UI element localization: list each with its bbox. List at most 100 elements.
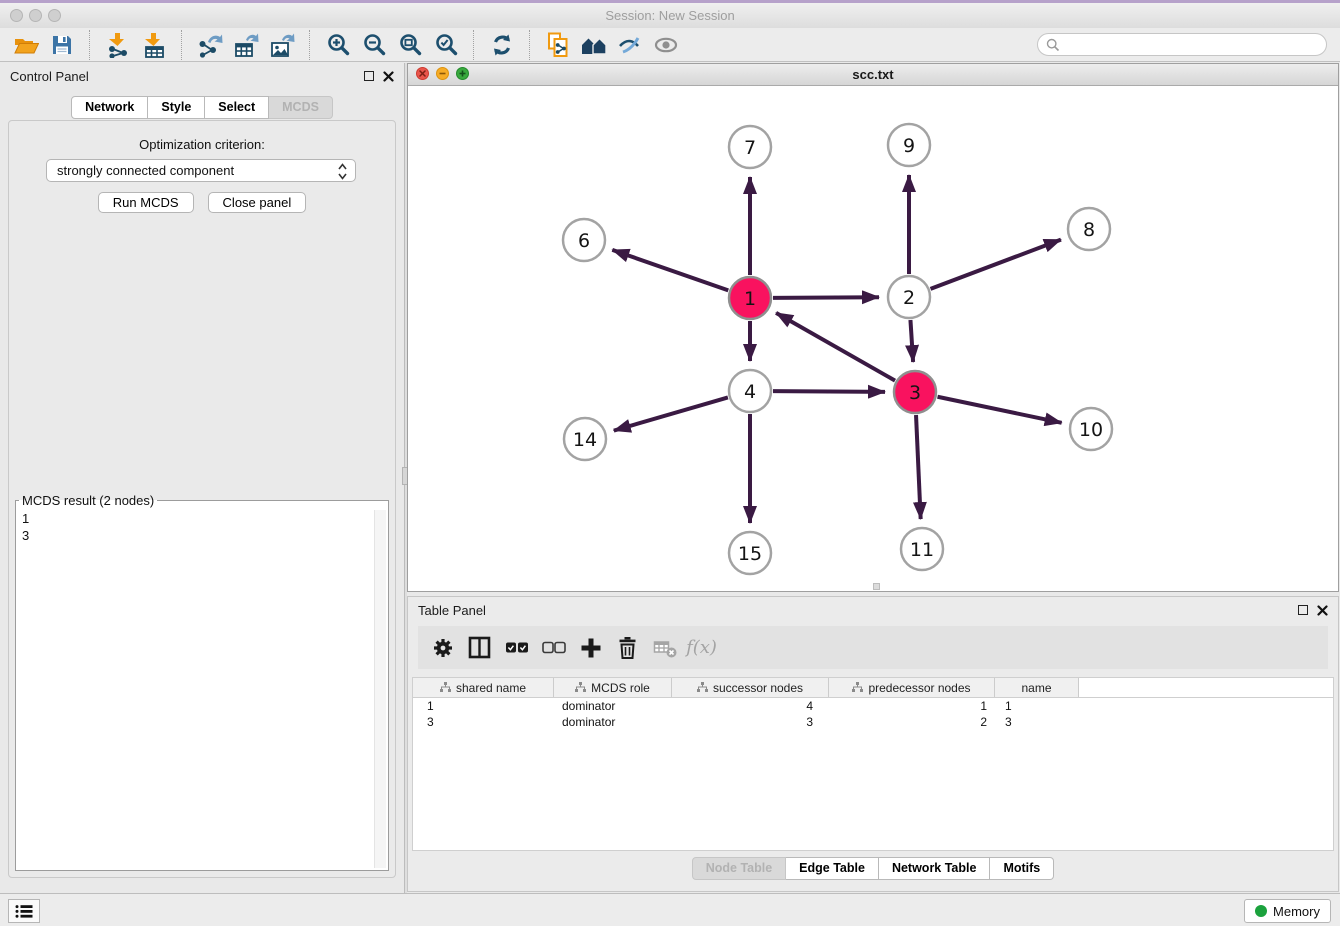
- column-header-name[interactable]: name: [995, 678, 1079, 697]
- cell-predecessor-nodes[interactable]: 1: [829, 699, 995, 713]
- graph-edge-4-3[interactable]: [773, 391, 885, 392]
- ndex-houses-icon[interactable]: [576, 30, 612, 60]
- column-header-mcds-role[interactable]: MCDS role: [554, 678, 672, 697]
- mcds-result-title: MCDS result (2 nodes): [19, 493, 157, 508]
- export-network-icon[interactable]: [192, 30, 228, 60]
- tab-edge-table[interactable]: Edge Table: [786, 857, 879, 880]
- search-input[interactable]: [1060, 37, 1326, 53]
- table-row[interactable]: 3 dominator 3 2 3: [413, 714, 1333, 730]
- app-titlebar: Session: New Session: [0, 3, 1340, 28]
- cell-successor-nodes[interactable]: 3: [672, 715, 829, 729]
- task-history-button[interactable]: [8, 899, 40, 923]
- tab-network-table[interactable]: Network Table: [879, 857, 991, 880]
- search-icon: [1046, 38, 1060, 52]
- status-bar: Memory: [0, 893, 1340, 926]
- control-panel-float-button[interactable]: [364, 71, 374, 81]
- tab-motifs[interactable]: Motifs: [990, 857, 1054, 880]
- table-toolbar: f(x): [418, 626, 1328, 669]
- result-scrollbar[interactable]: [374, 510, 386, 868]
- network-window-titlebar[interactable]: scc.txt: [408, 64, 1338, 86]
- graph-edge-1-2[interactable]: [773, 297, 879, 298]
- add-column-icon[interactable]: [572, 630, 609, 666]
- graph-edge-2-8[interactable]: [931, 240, 1061, 289]
- mcds-result-text[interactable]: 1 3: [18, 508, 373, 868]
- search-box[interactable]: [1037, 33, 1327, 56]
- zoom-selected-icon[interactable]: [428, 30, 464, 60]
- cell-predecessor-nodes[interactable]: 2: [829, 715, 995, 729]
- graph-node-10[interactable]: 10: [1070, 408, 1112, 450]
- clone-network-icon[interactable]: [540, 30, 576, 60]
- graph-node-2[interactable]: 2: [888, 276, 930, 318]
- optimization-criterion-label: Optimization criterion:: [9, 137, 395, 152]
- graph-edge-2-3[interactable]: [910, 320, 913, 362]
- graph-node-8[interactable]: 8: [1068, 208, 1110, 250]
- settings-gear-icon[interactable]: [424, 630, 461, 666]
- cell-name[interactable]: 1: [995, 699, 1079, 713]
- save-session-icon[interactable]: [44, 30, 80, 60]
- graph-node-4[interactable]: 4: [729, 370, 771, 412]
- network-close-button[interactable]: [416, 67, 429, 80]
- cell-mcds-role[interactable]: dominator: [554, 715, 672, 729]
- graph-node-label: 8: [1083, 219, 1095, 241]
- graph-node-14[interactable]: 14: [564, 418, 606, 460]
- column-header-successor-nodes[interactable]: successor nodes: [672, 678, 829, 697]
- cell-successor-nodes[interactable]: 4: [672, 699, 829, 713]
- delete-column-icon[interactable]: [609, 630, 646, 666]
- graph-edge-3-1[interactable]: [776, 313, 895, 381]
- tab-node-table[interactable]: Node Table: [692, 857, 786, 880]
- tab-mcds[interactable]: MCDS: [269, 96, 333, 119]
- tab-style[interactable]: Style: [148, 96, 205, 119]
- tab-network[interactable]: Network: [71, 96, 148, 119]
- table-panel-close-icon[interactable]: [1317, 605, 1328, 616]
- export-table-icon[interactable]: [228, 30, 264, 60]
- column-view-icon[interactable]: [461, 630, 498, 666]
- hierarchy-icon: [575, 682, 586, 693]
- table-row[interactable]: 1 dominator 4 1 1: [413, 698, 1333, 714]
- graph-node-7[interactable]: 7: [729, 126, 771, 168]
- criterion-dropdown[interactable]: strongly connected component: [46, 159, 356, 182]
- graph-node-6[interactable]: 6: [563, 219, 605, 261]
- tab-select[interactable]: Select: [205, 96, 269, 119]
- zoom-out-icon[interactable]: [356, 30, 392, 60]
- network-canvas-svg[interactable]: 1 2 3 4 6 7 8 9 10 11 14 15: [408, 86, 1338, 592]
- table-panel-float-button[interactable]: [1298, 605, 1308, 615]
- eye-slash-icon[interactable]: [612, 30, 648, 60]
- canvas-scroll-handle[interactable]: [873, 583, 880, 590]
- column-header-shared-name[interactable]: shared name: [413, 678, 554, 697]
- cell-name[interactable]: 3: [995, 715, 1079, 729]
- cell-shared-name[interactable]: 1: [413, 699, 554, 713]
- export-image-icon[interactable]: [264, 30, 300, 60]
- import-network-icon[interactable]: [100, 30, 136, 60]
- hierarchy-icon: [440, 682, 451, 693]
- graph-node-11[interactable]: 11: [901, 528, 943, 570]
- network-minimize-button[interactable]: [436, 67, 449, 80]
- network-maximize-button[interactable]: [456, 67, 469, 80]
- column-header-predecessor-nodes[interactable]: predecessor nodes: [829, 678, 995, 697]
- select-all-icon[interactable]: [498, 630, 535, 666]
- control-panel-titlebar: Control Panel: [0, 63, 404, 89]
- zoom-fit-icon[interactable]: [392, 30, 428, 60]
- graph-node-1[interactable]: 1: [729, 277, 771, 319]
- run-mcds-button[interactable]: Run MCDS: [98, 192, 194, 213]
- graph-node-3[interactable]: 3: [894, 371, 936, 413]
- graph-edge-3-11[interactable]: [916, 415, 921, 519]
- cell-shared-name[interactable]: 3: [413, 715, 554, 729]
- import-table-icon[interactable]: [136, 30, 172, 60]
- delete-table-icon[interactable]: [646, 630, 683, 666]
- graph-node-15[interactable]: 15: [729, 532, 771, 574]
- graph-node-9[interactable]: 9: [888, 124, 930, 166]
- graph-edge-1-6[interactable]: [612, 250, 728, 291]
- cell-mcds-role[interactable]: dominator: [554, 699, 672, 713]
- graph-edge-4-14[interactable]: [614, 397, 728, 430]
- close-panel-button[interactable]: Close panel: [208, 192, 307, 213]
- refresh-layout-icon[interactable]: [484, 30, 520, 60]
- open-folder-icon[interactable]: [8, 30, 44, 60]
- toolbar-separator: [89, 30, 91, 60]
- clear-selection-icon[interactable]: [535, 630, 572, 666]
- function-builder-icon[interactable]: f(x): [683, 630, 720, 666]
- graph-edge-3-10[interactable]: [938, 397, 1062, 423]
- memory-button[interactable]: Memory: [1244, 899, 1331, 923]
- zoom-in-icon[interactable]: [320, 30, 356, 60]
- control-panel-close-icon[interactable]: [383, 71, 394, 82]
- eye-icon[interactable]: [648, 30, 684, 60]
